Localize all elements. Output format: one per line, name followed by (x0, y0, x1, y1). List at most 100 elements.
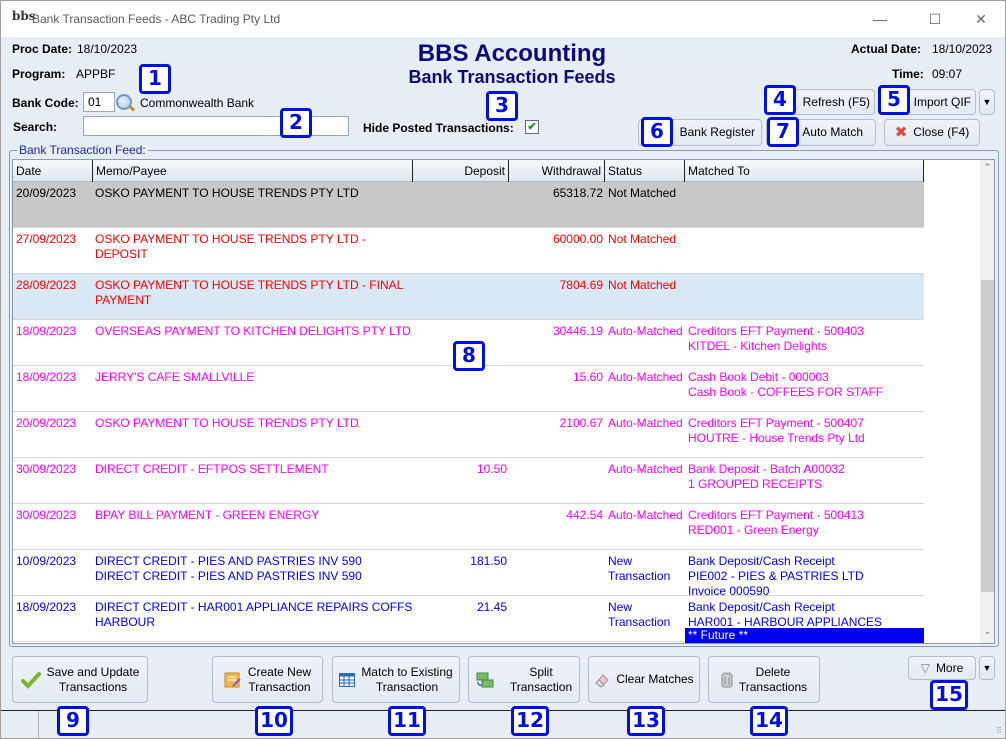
save-update-button[interactable]: Save and Update Transactions (12, 656, 148, 703)
cell-memo: BPAY BILL PAYMENT - GREEN ENERGY (95, 508, 320, 522)
bank-code-label: Bank Code: (12, 96, 79, 110)
bank-transaction-feed-label: Bank Transaction Feed: (17, 143, 148, 157)
more-label: More (935, 660, 964, 675)
cell-status: Auto-Matched (608, 324, 683, 338)
callout-15: 15 (930, 680, 968, 710)
column-header-date[interactable]: Date (13, 160, 93, 182)
resize-grip-icon[interactable]: ⠿ (996, 726, 1002, 735)
cell-memo: OSKO PAYMENT TO HOUSE TRENDS PTY LTD (95, 186, 359, 200)
scroll-thumb[interactable] (981, 280, 994, 592)
cell-status: Auto-Matched (608, 370, 683, 384)
clear-matches-label: Clear Matches (616, 672, 694, 686)
delete-transactions-button[interactable]: Delete Transactions (708, 656, 820, 703)
trash-icon (721, 672, 733, 687)
save-update-label: Save and Update Transactions (46, 664, 140, 694)
callout-1: 1 (139, 64, 171, 94)
cell-date: 18/09/2023 (16, 324, 77, 338)
time-value: 09:07 (932, 67, 963, 81)
window-title: Bank Transaction Feeds - ABC Trading Pty… (32, 12, 281, 26)
table-row[interactable]: 18/09/2023 DIRECT CREDIT - HAR001 APPLIAN… (13, 596, 924, 643)
cell-withdrawal: 30446.19 (552, 324, 603, 338)
split-transaction-button[interactable]: Split Transaction (468, 656, 580, 703)
cell-date: 20/09/2023 (16, 186, 77, 200)
screen-title: Bank Transaction Feeds (408, 67, 616, 87)
proc-date-label: Proc Date: (12, 42, 73, 56)
table-row[interactable]: 18/09/2023 JERRY'S CAFE SMALLVILLE 15.60 Au… (13, 366, 924, 412)
hide-posted-checkbox[interactable]: ✔ (525, 120, 539, 134)
callout-5: 5 (878, 85, 910, 115)
more-dropdown[interactable]: ▼ (979, 656, 995, 680)
minimize-button[interactable]: — (857, 5, 903, 33)
grid-vertical-scrollbar[interactable]: ⌃ ⌄ (980, 160, 994, 643)
triangle-down-icon: ▽ (920, 660, 930, 675)
hide-posted-label: Hide Posted Transactions: (363, 121, 514, 135)
future-tag: ** Future ** (685, 628, 924, 643)
scroll-down-icon[interactable]: ⌄ (980, 626, 994, 642)
callout-2: 2 (280, 108, 312, 138)
cell-date: 30/09/2023 (16, 462, 77, 476)
column-header-deposit[interactable]: Deposit (413, 160, 509, 182)
cell-matched-to: Cash Book Debit - 000003 Cash Book - COF… (688, 370, 884, 399)
cell-deposit: 10.50 (476, 462, 507, 476)
cell-memo: DIRECT CREDIT - EFTPOS SETTLEMENT (95, 462, 329, 476)
callout-3: 3 (486, 91, 518, 121)
bank-lookup-icon[interactable] (116, 94, 132, 110)
cell-date: 18/09/2023 (16, 370, 77, 384)
bank-code-input[interactable]: 01 (83, 92, 115, 112)
column-header-matched-to[interactable]: Matched To (685, 160, 924, 182)
callout-14: 14 (750, 706, 788, 736)
program-value: APPBF (76, 67, 116, 81)
status-bar-divider (38, 711, 39, 739)
close-button[interactable]: ✖ Close (F4) (884, 119, 980, 146)
cell-matched-to: Bank Deposit/Cash Receipt HAR001 - HARBO… (688, 600, 883, 629)
cell-memo: OSKO PAYMENT TO HOUSE TRENDS PTY LTD - F… (95, 278, 404, 307)
cell-deposit: 21.45 (476, 600, 507, 614)
table-row[interactable]: 20/09/2023 OSKO PAYMENT TO HOUSE TRENDS P… (13, 412, 924, 458)
table-row[interactable]: 20/09/2023 OSKO PAYMENT TO HOUSE TRENDS P… (13, 182, 924, 228)
cell-memo: OVERSEAS PAYMENT TO KITCHEN DELIGHTS PTY… (95, 324, 411, 338)
cell-status: Not Matched (608, 278, 677, 292)
transaction-grid[interactable]: Date Memo/Payee Deposit Withdrawal Statu… (12, 159, 995, 644)
cell-status: Auto-Matched (608, 508, 683, 522)
split-money-icon (476, 672, 494, 687)
cell-memo: OSKO PAYMENT TO HOUSE TRENDS PTY LTD (95, 416, 359, 430)
import-qif-dropdown[interactable]: ▼ (979, 89, 995, 115)
eraser-icon (595, 673, 610, 688)
cell-status: Not Matched (608, 232, 677, 246)
status-bar: ⠿ (1, 710, 1005, 739)
close-x-icon: ✖ (894, 124, 908, 141)
cell-matched-to: Creditors EFT Payment - 500403 KITDEL - … (688, 324, 864, 353)
match-existing-button[interactable]: Match to Existing Transaction (332, 656, 460, 703)
auto-match-label: Auto Match (802, 125, 863, 139)
table-row[interactable]: 30/09/2023 BPAY BILL PAYMENT - GREEN ENER… (13, 504, 924, 550)
close-window-button[interactable]: ✕ (958, 5, 1004, 33)
cell-matched-to: Creditors EFT Payment - 500413 RED001 - … (688, 508, 864, 537)
table-row[interactable]: 28/09/2023 OSKO PAYMENT TO HOUSE TRENDS P… (13, 274, 924, 320)
refresh-label: Refresh (F5) (802, 94, 870, 109)
cell-date: 18/09/2023 (16, 600, 77, 614)
callout-13: 13 (627, 706, 665, 736)
more-button[interactable]: ▽ More (908, 656, 976, 680)
scroll-up-icon[interactable]: ⌃ (980, 162, 994, 178)
cell-withdrawal: 60000.00 (552, 232, 603, 246)
create-new-transaction-button[interactable]: Create New Transaction (212, 656, 323, 703)
column-header-memo[interactable]: Memo/Payee (93, 160, 413, 182)
table-row[interactable]: 10/09/2023 DIRECT CREDIT - PIES AND PASTR… (13, 550, 924, 598)
bank-transaction-feeds-window: bbs Bank Transaction Feeds - ABC Trading… (0, 0, 1006, 739)
actual-date-label: Actual Date: (851, 42, 922, 56)
time-label: Time: (892, 67, 924, 81)
proc-date-value: 18/10/2023 (77, 42, 138, 56)
table-row[interactable]: 30/09/2023 DIRECT CREDIT - EFTPOS SETTLEM… (13, 458, 924, 504)
clear-matches-button[interactable]: Clear Matches (588, 656, 700, 703)
table-row[interactable]: 27/09/2023 OSKO PAYMENT TO HOUSE TRENDS P… (13, 228, 924, 274)
match-existing-label: Match to Existing Transaction (361, 664, 453, 694)
column-header-status[interactable]: Status (605, 160, 685, 182)
create-new-transaction-label: Create New Transaction (247, 664, 312, 694)
checkmark-icon (20, 671, 41, 689)
cell-date: 28/09/2023 (16, 278, 77, 292)
import-qif-label: Import QIF (913, 94, 971, 109)
column-header-withdrawal[interactable]: Withdrawal (509, 160, 605, 182)
maximize-button[interactable]: ☐ (912, 5, 958, 33)
callout-6: 6 (641, 117, 673, 147)
program-label: Program: (12, 67, 66, 81)
